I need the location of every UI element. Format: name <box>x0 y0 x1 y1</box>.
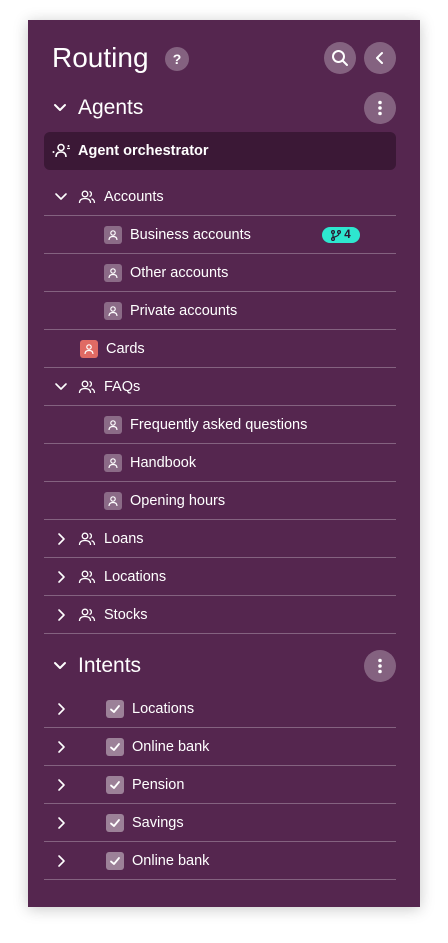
intents-section-header[interactable]: Intents <box>28 648 420 684</box>
agent-group-label: Accounts <box>104 189 164 205</box>
intents-more-button[interactable] <box>364 650 396 682</box>
person-icon <box>104 264 122 282</box>
agent-group-label: Loans <box>104 531 144 547</box>
intent-item-pension[interactable]: Pension <box>44 766 396 804</box>
agent-group-accounts[interactable]: Accounts <box>44 178 396 216</box>
agents-more-button[interactable] <box>364 92 396 124</box>
collapse-panel-button[interactable] <box>364 42 396 74</box>
chevron-down-icon[interactable] <box>54 190 68 204</box>
agent-item-label: Business accounts <box>130 227 251 243</box>
more-vertical-icon <box>378 100 382 116</box>
agent-orchestrator-label: Agent orchestrator <box>78 143 209 159</box>
agent-item-other-accounts[interactable]: Other accounts <box>44 254 396 292</box>
chevron-right-icon[interactable] <box>54 702 68 716</box>
intent-item-label: Locations <box>132 701 195 717</box>
users-group-icon <box>78 532 96 546</box>
person-icon <box>104 226 122 244</box>
checkbox[interactable] <box>106 776 124 794</box>
intent-item-label: Online bank <box>132 739 210 755</box>
agent-item-label: Opening hours <box>130 493 226 509</box>
help-button[interactable]: ? <box>165 47 189 71</box>
chevron-right-icon[interactable] <box>54 778 68 792</box>
checkbox[interactable] <box>106 814 124 832</box>
agent-item-label: Handbook <box>130 455 197 471</box>
person-icon <box>104 492 122 510</box>
agent-item-business-accounts[interactable]: Business accounts 4 <box>44 216 396 254</box>
person-icon <box>104 416 122 434</box>
agent-item-label: Private accounts <box>130 303 238 319</box>
agent-group-loans[interactable]: Loans <box>44 520 396 558</box>
checkmark-icon <box>110 819 120 827</box>
agent-item-label: Other accounts <box>130 265 229 281</box>
chevron-right-icon[interactable] <box>54 532 68 546</box>
agents-section-header[interactable]: Agents <box>28 90 420 126</box>
checkmark-icon <box>110 743 120 751</box>
chevron-right-icon[interactable] <box>54 570 68 584</box>
person-icon <box>104 302 122 320</box>
intents-section-label: Intents <box>78 654 142 677</box>
branch-icon <box>331 229 342 241</box>
users-group-icon <box>78 570 96 584</box>
orchestrator-icon <box>52 143 70 158</box>
users-group-icon <box>78 380 96 394</box>
panel-header: Routing ? <box>28 20 420 100</box>
person-icon <box>80 340 98 358</box>
chevron-right-icon[interactable] <box>54 854 68 868</box>
agent-group-label: Locations <box>104 569 167 585</box>
checkbox[interactable] <box>106 738 124 756</box>
checkmark-icon <box>110 781 120 789</box>
intent-item-label: Savings <box>132 815 184 831</box>
more-vertical-icon <box>378 658 382 674</box>
agent-item-label: Cards <box>106 341 145 357</box>
intent-item-locations[interactable]: Locations <box>44 690 396 728</box>
users-group-icon <box>78 608 96 622</box>
agent-group-locations[interactable]: Locations <box>44 558 396 596</box>
search-button[interactable] <box>324 42 356 74</box>
chevron-right-icon[interactable] <box>54 608 68 622</box>
intent-item-label: Online bank <box>132 853 210 869</box>
users-group-icon <box>78 190 96 204</box>
chevron-down-icon[interactable] <box>54 380 68 394</box>
agent-item-private-accounts[interactable]: Private accounts <box>44 292 396 330</box>
checkbox[interactable] <box>106 700 124 718</box>
intent-item-online-bank-2[interactable]: Online bank <box>44 842 396 880</box>
routing-panel: Routing ? Agents Agent orchestrator Acco… <box>28 20 420 907</box>
intent-item-online-bank[interactable]: Online bank <box>44 728 396 766</box>
page-title: Routing <box>52 42 149 73</box>
chevron-right-icon[interactable] <box>54 740 68 754</box>
checkmark-icon <box>110 857 120 865</box>
agent-group-label: Stocks <box>104 607 148 623</box>
agent-item-opening-hours[interactable]: Opening hours <box>44 482 396 520</box>
chevron-down-icon[interactable] <box>52 100 68 116</box>
agent-item-label: Frequently asked questions <box>130 417 308 433</box>
branch-count-badge[interactable]: 4 <box>322 227 360 243</box>
checkbox[interactable] <box>106 852 124 870</box>
agent-item-faq[interactable]: Frequently asked questions <box>44 406 396 444</box>
checkmark-icon <box>110 705 120 713</box>
intent-item-savings[interactable]: Savings <box>44 804 396 842</box>
agent-group-faqs[interactable]: FAQs <box>44 368 396 406</box>
agent-group-stocks[interactable]: Stocks <box>44 596 396 634</box>
agent-orchestrator-item[interactable]: Agent orchestrator <box>44 132 396 170</box>
chevron-right-icon[interactable] <box>54 816 68 830</box>
search-icon <box>332 50 348 66</box>
person-icon <box>104 454 122 472</box>
agents-section-label: Agents <box>78 96 144 119</box>
intent-item-label: Pension <box>132 777 185 793</box>
agent-item-cards[interactable]: Cards <box>44 330 396 368</box>
chevron-left-icon <box>376 52 383 64</box>
agent-group-label: FAQs <box>104 379 141 395</box>
branch-count: 4 <box>344 229 351 241</box>
chevron-down-icon[interactable] <box>52 658 68 674</box>
agent-item-handbook[interactable]: Handbook <box>44 444 396 482</box>
